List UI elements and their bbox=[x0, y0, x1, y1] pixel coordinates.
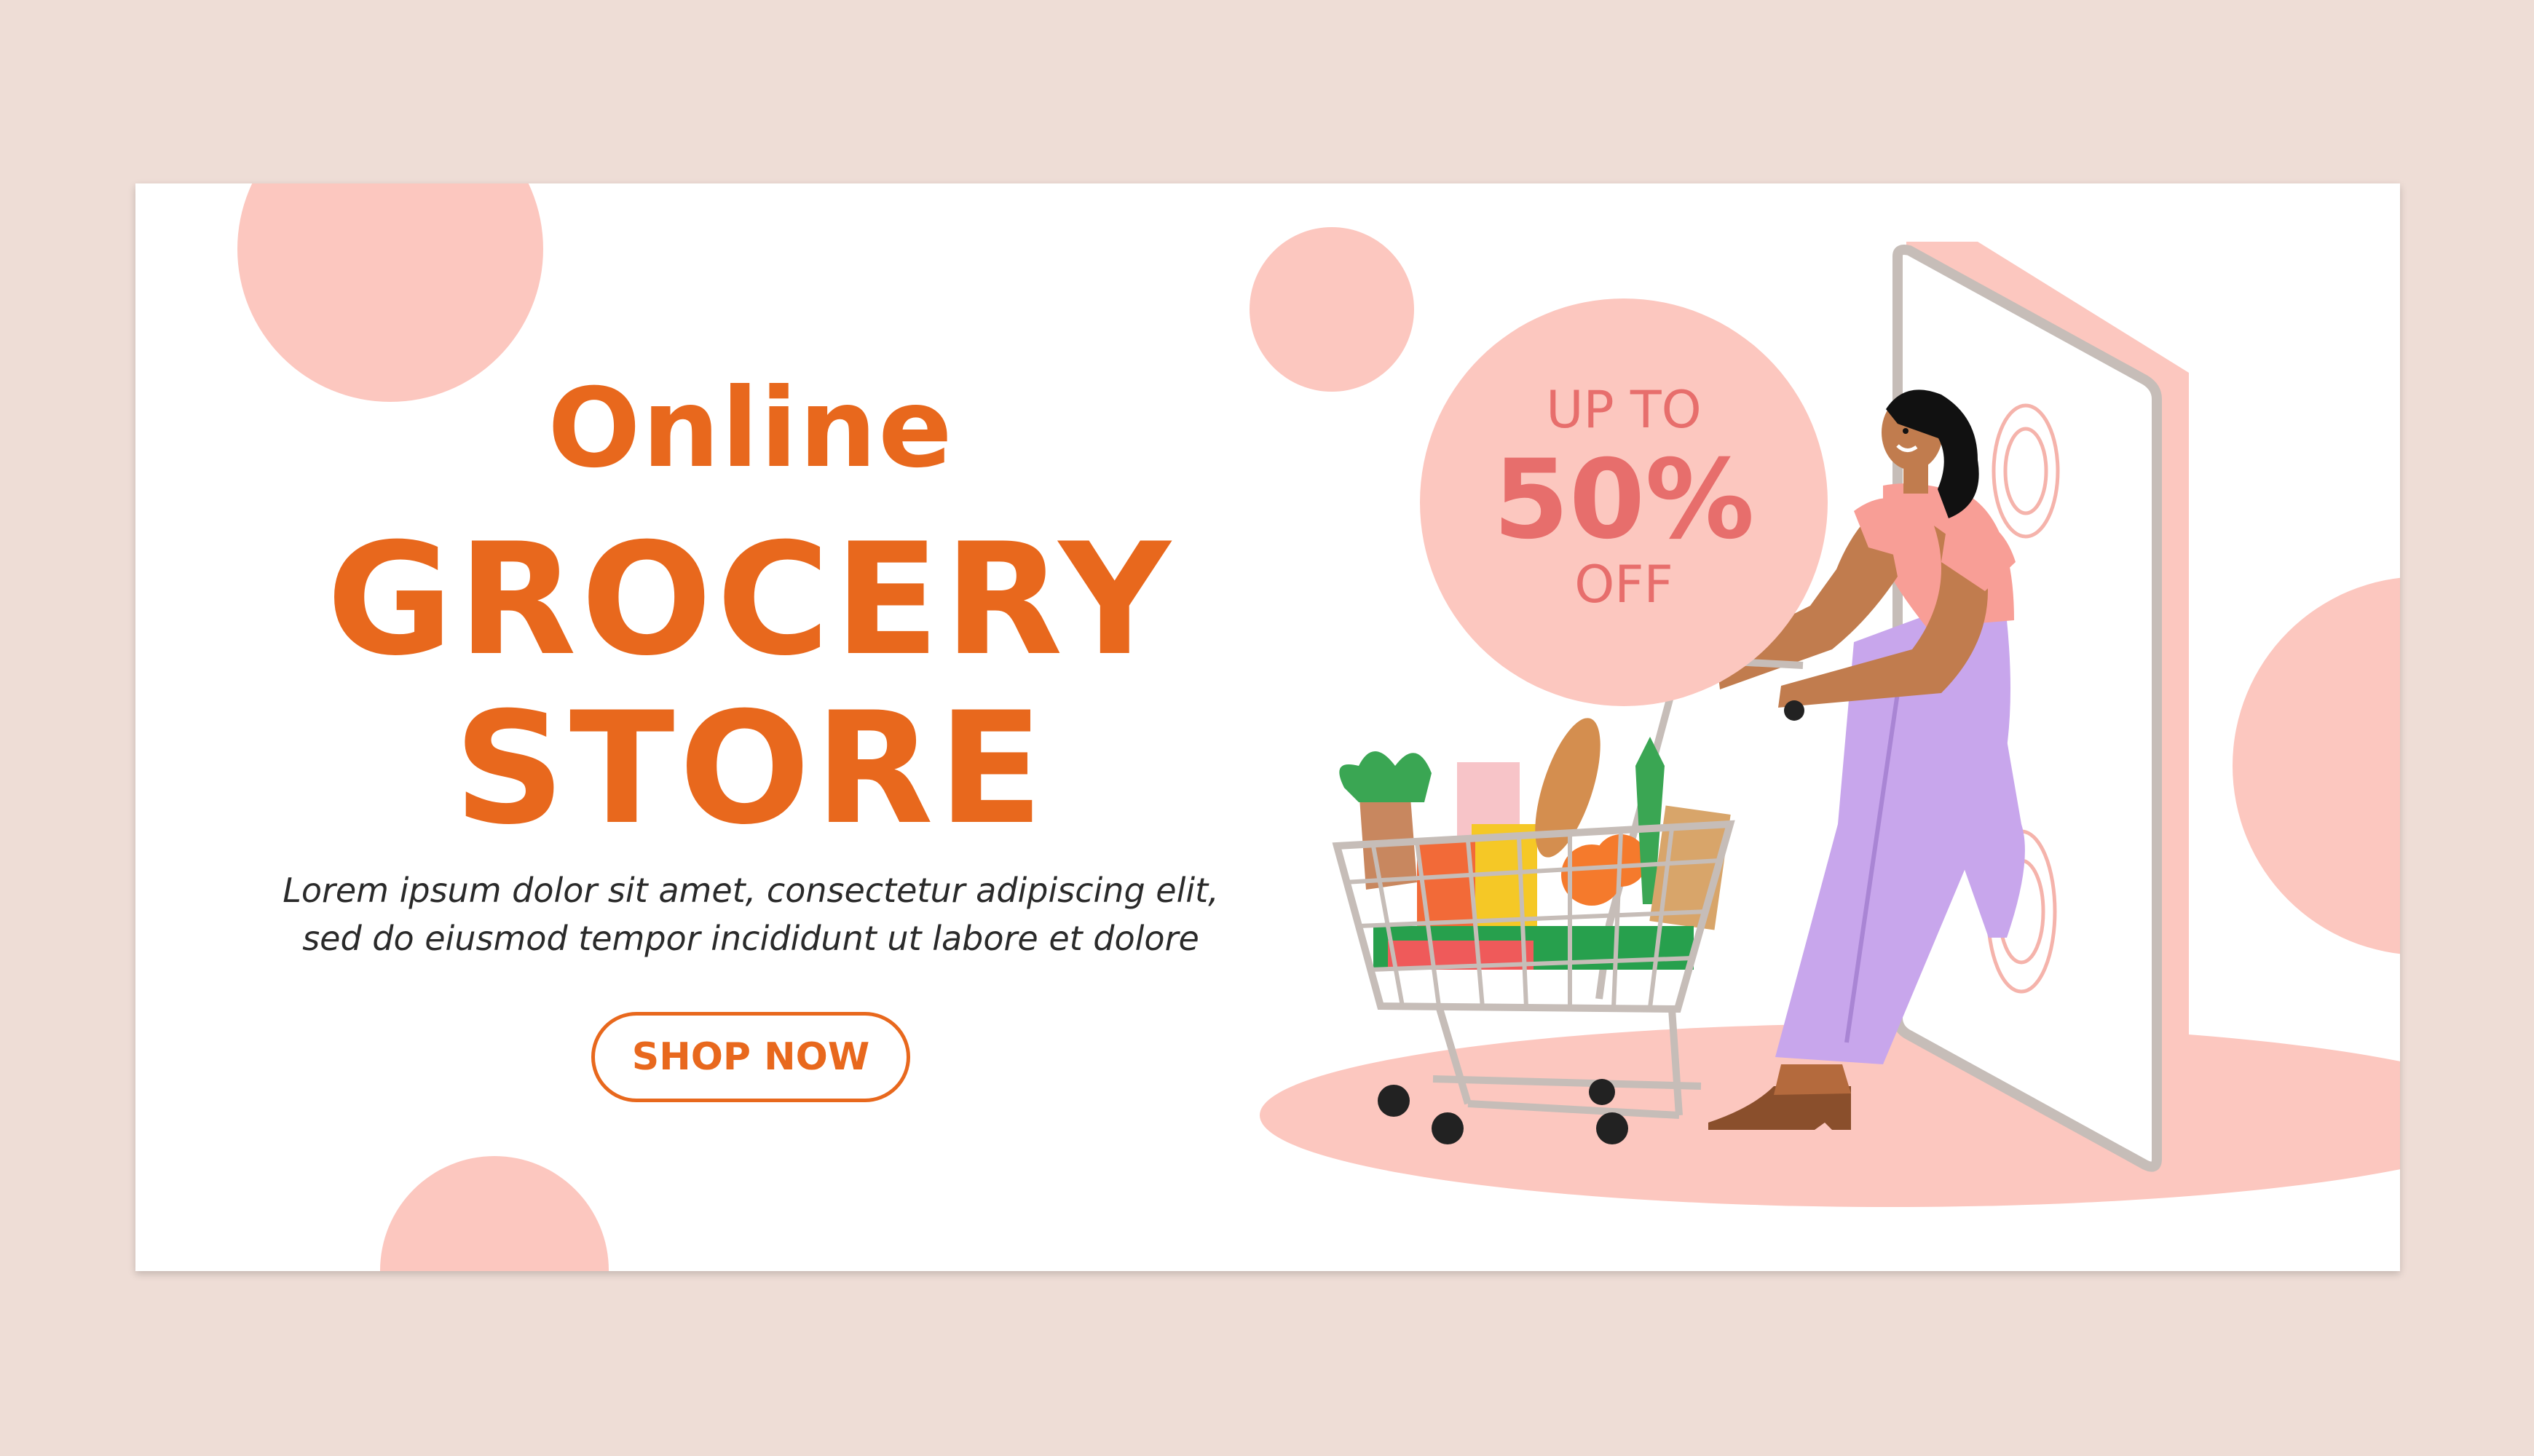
discount-percent: 50% bbox=[1493, 437, 1755, 563]
discount-badge: UP TO 50% OFF bbox=[1420, 298, 1828, 706]
discount-off: OFF bbox=[1574, 555, 1673, 614]
discount-up-to: UP TO bbox=[1546, 380, 1702, 440]
grocery-banner: Online GROCERY STORE Lorem ipsum dolor s… bbox=[135, 183, 2400, 1271]
shopping-illustration bbox=[1260, 242, 2400, 1207]
